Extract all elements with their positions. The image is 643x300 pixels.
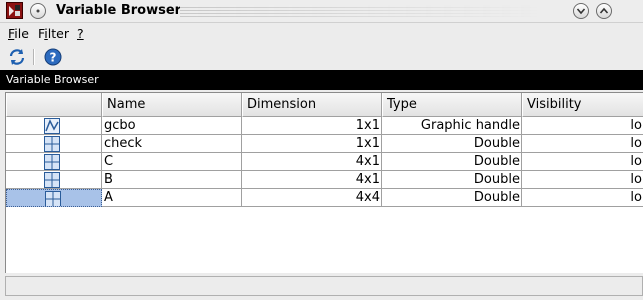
- column-header-type-label: Type: [387, 97, 417, 112]
- row-visibility: lo: [522, 153, 643, 171]
- table-row-selected[interactable]: A 4x4 Double lo: [6, 189, 643, 207]
- variable-table: Name Dimension Type Visibility gcbo 1x1 …: [5, 92, 643, 273]
- graphic-handle-icon: [44, 118, 60, 134]
- row-dimension: 4x4: [242, 189, 382, 207]
- row-type: Double: [382, 153, 522, 171]
- row-icon-cell: [6, 135, 102, 153]
- window-menu-icon[interactable]: [30, 3, 46, 19]
- column-header-name-label: Name: [107, 97, 146, 112]
- menu-filter-label-end: lter: [47, 26, 69, 41]
- row-icon-cell: [6, 153, 102, 171]
- menu-help-label: ?: [77, 26, 84, 41]
- row-dimension: 1x1: [242, 117, 382, 135]
- row-dimension: 1x1: [242, 135, 382, 153]
- refresh-button[interactable]: [7, 47, 27, 67]
- row-visibility: lo: [522, 135, 643, 153]
- row-name: gcbo: [102, 117, 242, 135]
- title-bar-stripes: [180, 5, 540, 17]
- scilab-icon[interactable]: [6, 2, 23, 19]
- title-bar: Variable Browser: [0, 0, 643, 23]
- toolbar-separator: [33, 49, 35, 65]
- menu-bar: File Filter ?: [0, 23, 643, 43]
- matrix-icon: [44, 154, 60, 170]
- row-type: Double: [382, 171, 522, 189]
- menu-file-label: ile: [14, 26, 29, 41]
- refresh-icon: [9, 49, 25, 65]
- row-visibility: lo: [522, 189, 643, 207]
- panel-title: Variable Browser: [6, 73, 99, 86]
- row-name: C: [102, 153, 242, 171]
- matrix-icon: [45, 191, 61, 206]
- column-header-name[interactable]: Name: [102, 93, 242, 117]
- window-title: Variable Browser: [56, 3, 182, 18]
- row-name: A: [102, 189, 242, 207]
- row-icon-cell: [6, 117, 102, 135]
- row-name: B: [102, 171, 242, 189]
- table-row[interactable]: C 4x1 Double lo: [6, 153, 643, 171]
- panel-header: Variable Browser: [0, 70, 643, 90]
- row-icon-cell: [6, 189, 102, 207]
- row-dimension: 4x1: [242, 171, 382, 189]
- help-button[interactable]: ?: [43, 47, 63, 67]
- column-header-visibility-label: Visibility: [527, 97, 582, 112]
- toolbar: ?: [0, 44, 643, 70]
- row-dimension: 4x1: [242, 153, 382, 171]
- row-name: check: [102, 135, 242, 153]
- svg-text:?: ?: [50, 51, 57, 65]
- menu-file[interactable]: File: [8, 26, 29, 41]
- column-header-icon[interactable]: [6, 93, 102, 117]
- horizontal-scrollbar[interactable]: [5, 276, 643, 296]
- matrix-icon: [44, 136, 60, 152]
- row-type: Graphic handle: [382, 117, 522, 135]
- table-row[interactable]: check 1x1 Double lo: [6, 135, 643, 153]
- maximize-icon[interactable]: [596, 3, 612, 19]
- menu-filter[interactable]: Filter: [38, 26, 69, 41]
- help-icon: ?: [44, 48, 62, 66]
- table-row[interactable]: gcbo 1x1 Graphic handle lo: [6, 117, 643, 135]
- column-header-dimension-label: Dimension: [247, 97, 317, 112]
- matrix-icon: [44, 172, 60, 188]
- column-header-visibility[interactable]: Visibility: [522, 93, 643, 117]
- row-visibility: lo: [522, 171, 643, 189]
- row-visibility: lo: [522, 117, 643, 135]
- column-header-dimension[interactable]: Dimension: [242, 93, 382, 117]
- menu-help[interactable]: ?: [77, 26, 84, 41]
- minimize-icon[interactable]: [573, 3, 589, 19]
- row-type: Double: [382, 189, 522, 207]
- row-icon-cell: [6, 171, 102, 189]
- table-row[interactable]: B 4x1 Double lo: [6, 171, 643, 189]
- column-header-type[interactable]: Type: [382, 93, 522, 117]
- row-type: Double: [382, 135, 522, 153]
